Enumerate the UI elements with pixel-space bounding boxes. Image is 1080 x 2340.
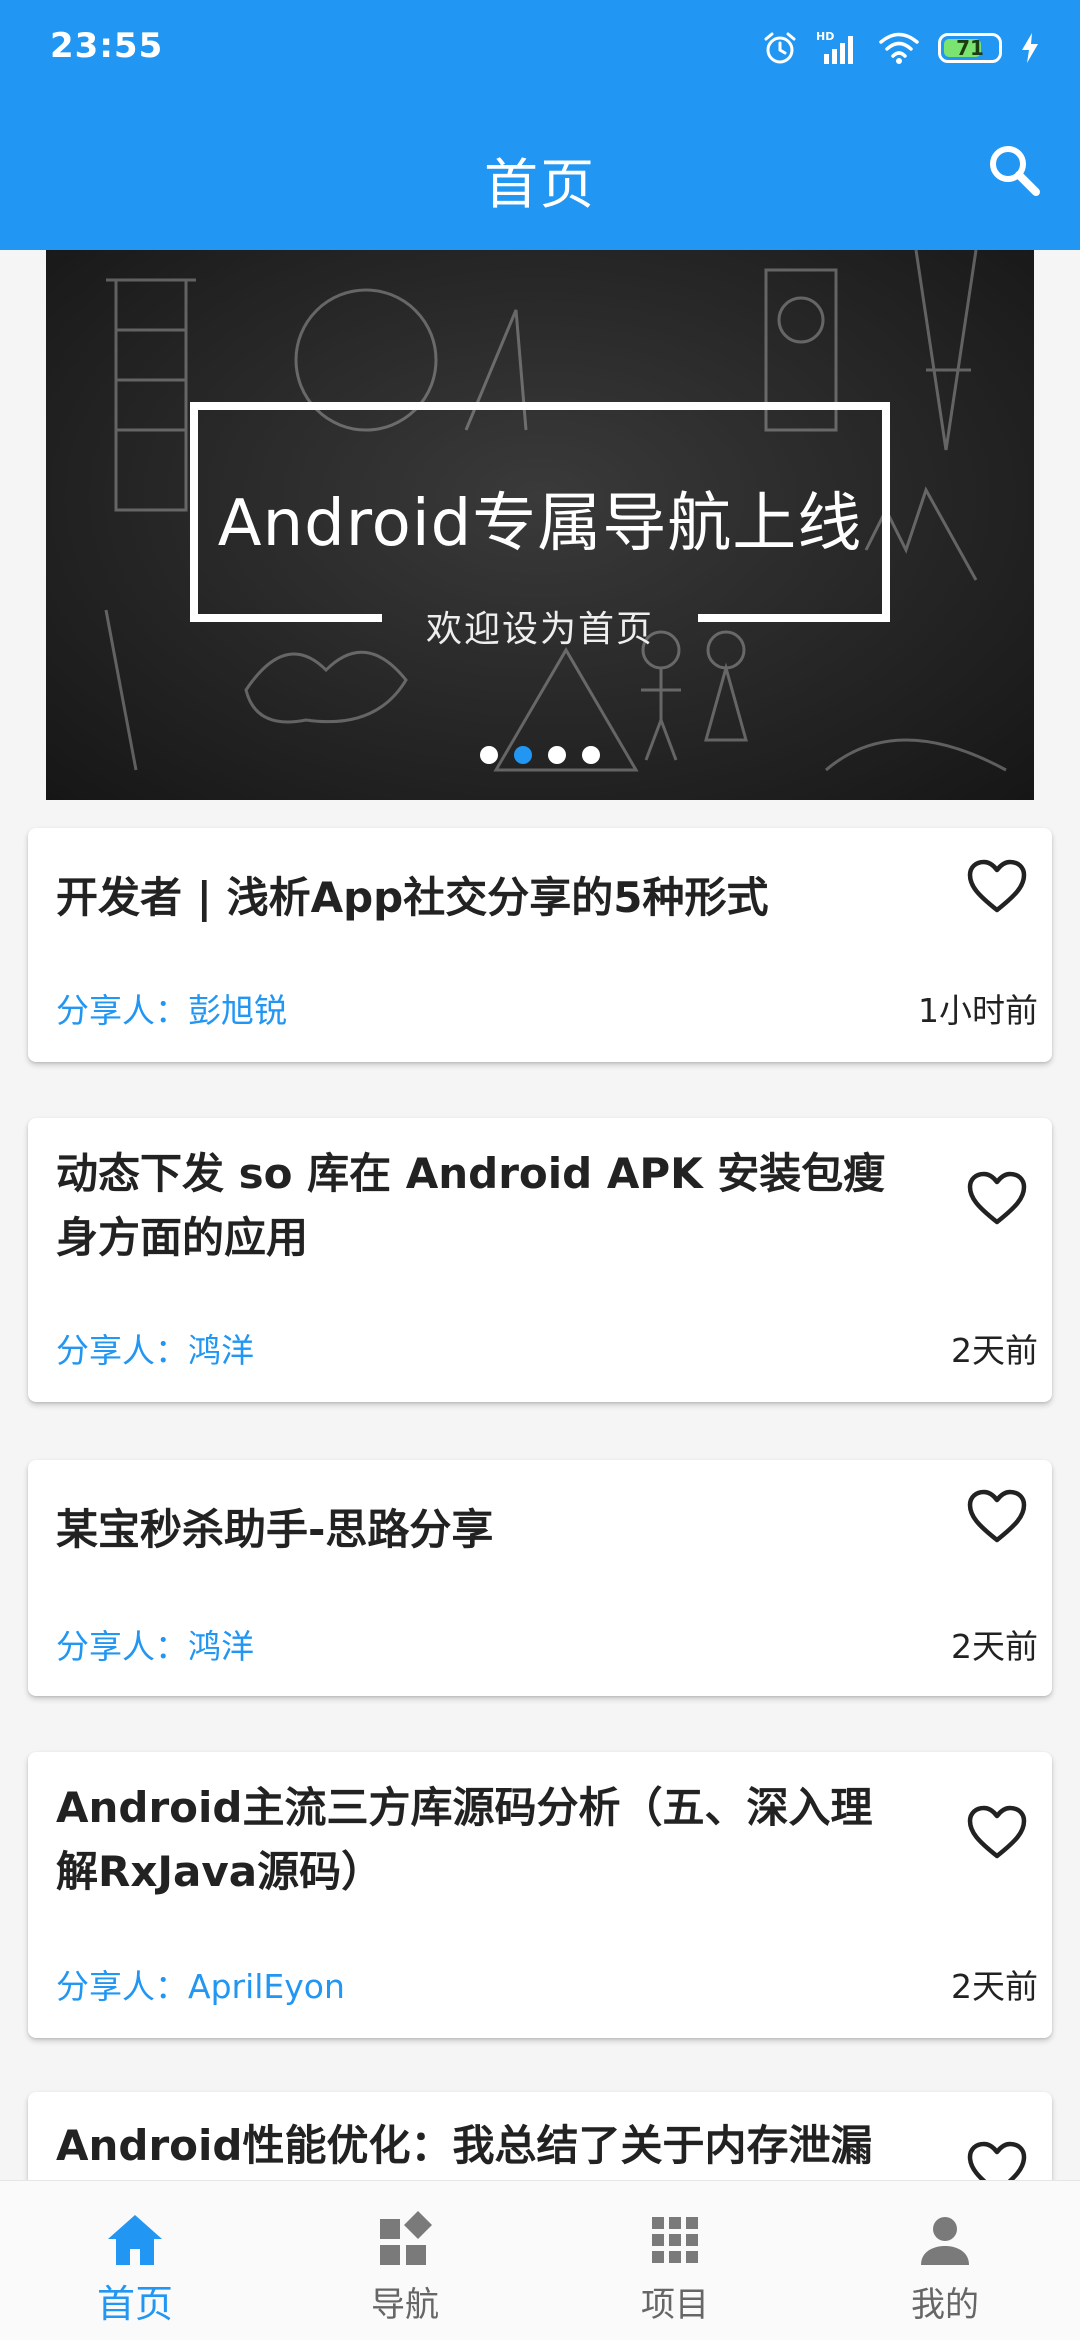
nav-item-navigation[interactable]: 导航 — [270, 2181, 540, 2340]
article-time: 1小时前 — [918, 991, 1038, 1030]
top-bar: 23:55 HD 71 首页 — [0, 0, 1080, 250]
article-title[interactable]: Android主流三方库源码分析（五、深入理解RxJava源码） — [56, 1776, 902, 1904]
status-bar: 23:55 HD 71 — [0, 0, 1080, 96]
article-card[interactable]: 动态下发 so 库在 Android APK 安装包瘦身方面的应用 分享人：鸿洋… — [28, 1118, 1052, 1402]
status-time: 23:55 — [50, 26, 164, 66]
heart-outline-icon — [967, 1489, 1027, 1543]
nav-label: 首页 — [96, 2282, 173, 2326]
favorite-button[interactable] — [966, 1170, 1028, 1228]
screen: 23:55 HD 71 首页 Android专属导航上线 欢迎设为首页 开发者 … — [0, 0, 1080, 2340]
article-title[interactable]: Android性能优化：我总结了关于内存泄漏 — [56, 2114, 902, 2178]
wifi-icon — [878, 30, 920, 66]
article-time: 2天前 — [951, 1967, 1038, 2006]
heart-outline-icon — [967, 2141, 1027, 2180]
article-card[interactable]: Android性能优化：我总结了关于内存泄漏 — [28, 2092, 1052, 2180]
carousel-dot[interactable] — [582, 746, 600, 764]
article-card[interactable]: Android主流三方库源码分析（五、深入理解RxJava源码） 分享人：Apr… — [28, 1752, 1052, 2038]
article-feed[interactable]: Android专属导航上线 欢迎设为首页 开发者 | 浅析App社交分享的5种形… — [0, 250, 1080, 2180]
favorite-button[interactable] — [966, 2140, 1028, 2180]
article-time: 2天前 — [951, 1627, 1038, 1666]
battery-percent: 71 — [956, 36, 984, 60]
article-author[interactable]: 分享人：鸿洋 — [56, 1620, 254, 1668]
banner-frame-right-line — [698, 614, 890, 622]
article-card[interactable]: 开发者 | 浅析App社交分享的5种形式 分享人：彭旭锐 1小时前 — [28, 828, 1052, 1062]
status-icons: HD 71 — [762, 26, 1040, 70]
article-title[interactable]: 开发者 | 浅析App社交分享的5种形式 — [56, 866, 902, 930]
banner-carousel[interactable]: Android专属导航上线 欢迎设为首页 — [46, 250, 1034, 800]
hd-signal-icon: HD — [816, 30, 860, 66]
heart-outline-icon — [967, 859, 1027, 913]
carousel-dot[interactable] — [548, 746, 566, 764]
alarm-icon — [762, 30, 798, 66]
banner-frame-left-line — [190, 614, 382, 622]
bottom-navigation: 首页 导航 项目 我的 — [0, 2180, 1080, 2340]
favorite-button[interactable] — [966, 1804, 1028, 1862]
person-icon — [921, 2217, 969, 2265]
nav-item-profile[interactable]: 我的 — [810, 2181, 1080, 2340]
nav-label: 我的 — [911, 2285, 979, 2325]
favorite-button[interactable] — [966, 858, 1028, 916]
nav-item-projects[interactable]: 项目 — [540, 2181, 810, 2340]
article-author[interactable]: 分享人：彭旭锐 — [56, 984, 287, 1032]
carousel-indicator — [46, 746, 1034, 764]
home-icon — [108, 2215, 162, 2265]
article-author[interactable]: 分享人：AprilEyon — [56, 1960, 345, 2008]
battery-icon: 71 — [938, 33, 1002, 63]
favorite-button[interactable] — [966, 1488, 1028, 1546]
heart-outline-icon — [967, 1805, 1027, 1859]
banner-title: Android专属导航上线 — [217, 487, 863, 561]
article-card[interactable]: 某宝秒杀助手-思路分享 分享人：鸿洋 2天前 — [28, 1460, 1052, 1696]
widgets-icon — [380, 2211, 432, 2265]
page-title: 首页 — [484, 153, 596, 216]
banner-subtitle: 欢迎设为首页 — [425, 609, 654, 650]
article-title[interactable]: 动态下发 so 库在 Android APK 安装包瘦身方面的应用 — [56, 1142, 902, 1270]
search-icon — [990, 146, 1040, 196]
nav-label: 项目 — [641, 2285, 709, 2325]
search-button[interactable] — [984, 140, 1044, 200]
carousel-dot[interactable] — [480, 746, 498, 764]
nav-label: 导航 — [371, 2285, 439, 2325]
apps-grid-icon — [652, 2217, 698, 2263]
article-title[interactable]: 某宝秒杀助手-思路分享 — [56, 1498, 902, 1562]
app-bar: 首页 — [0, 96, 1080, 250]
svg-text:HD: HD — [816, 30, 834, 43]
charging-icon — [1020, 32, 1040, 64]
carousel-dot-active[interactable] — [514, 746, 532, 764]
heart-outline-icon — [967, 1171, 1027, 1225]
nav-item-home[interactable]: 首页 — [0, 2181, 270, 2340]
article-time: 2天前 — [951, 1331, 1038, 1370]
article-author[interactable]: 分享人：鸿洋 — [56, 1324, 254, 1372]
